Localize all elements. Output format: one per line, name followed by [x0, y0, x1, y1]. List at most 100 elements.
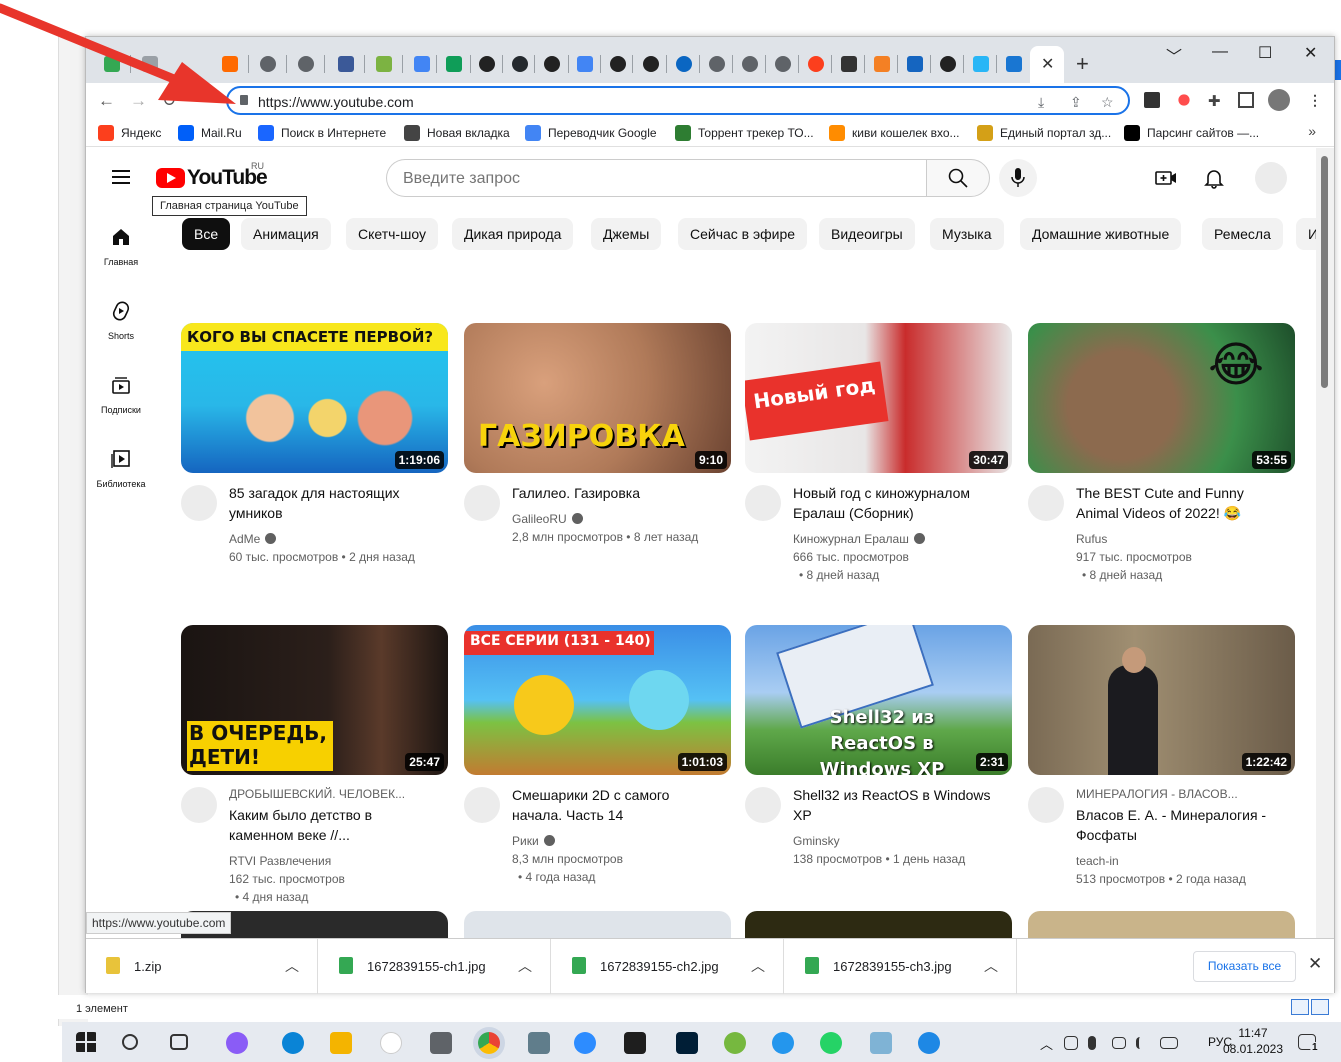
video-thumbnail[interactable]: ВСЕ СЕРИИ (131 - 140) 1:01:03 [464, 625, 731, 775]
video-title[interactable]: Shell32 из ReactOS в Windows XP [793, 785, 1003, 825]
voice-search-button[interactable] [999, 159, 1037, 197]
extension-icon[interactable] [1144, 92, 1160, 108]
tiles-view-icon[interactable] [1311, 999, 1329, 1015]
channel-avatar[interactable] [745, 485, 781, 521]
minimize-button[interactable]: — [1212, 43, 1228, 61]
chip-crafts[interactable]: Ремесла [1202, 218, 1283, 250]
search-input[interactable]: Введите запрос [386, 159, 927, 197]
openai-tab-icon[interactable] [940, 56, 956, 72]
video-thumbnail[interactable]: Shell32 из ReactOS в Windows XP 2:31 [745, 625, 1012, 775]
docker-icon[interactable] [772, 1032, 794, 1054]
globe-tab-icon[interactable] [298, 56, 314, 72]
yandex-browser-icon[interactable] [380, 1032, 402, 1054]
search-placeholder[interactable]: Введите запрос [403, 170, 520, 188]
channel-name-text[interactable]: Gminsky [793, 834, 840, 848]
task-view-icon[interactable] [170, 1034, 188, 1050]
hamburger-menu-icon[interactable] [112, 170, 130, 184]
tray-icon[interactable] [1064, 1036, 1078, 1050]
yandex-tab-icon[interactable] [808, 56, 824, 72]
chip-jams[interactable]: Джемы [591, 218, 662, 250]
chevron-up-icon[interactable]: ︿ [751, 956, 765, 976]
video-thumbnail[interactable]: КОГО ВЫ СПАСЕТЕ ПЕРВОЙ? 1:19:06 [181, 323, 448, 473]
chevron-up-icon[interactable]: ︿ [285, 956, 299, 976]
camera-icon[interactable] [430, 1032, 452, 1054]
channel-top-label[interactable]: МИНЕРАЛОГИЯ - ВЛАСОВ... [1076, 785, 1291, 803]
channel-avatar[interactable] [745, 787, 781, 823]
download-tab-icon[interactable] [376, 56, 392, 72]
scrollbar-thumb[interactable] [1321, 156, 1328, 388]
video-title[interactable]: Новый год с киножурналом Ералаш (Сборник… [793, 483, 1003, 523]
microphone-tray-icon[interactable] [1088, 1036, 1096, 1050]
download-filename[interactable]: 1672839155-ch2.jpg [600, 959, 719, 974]
channel-name[interactable]: teach-in [1076, 852, 1291, 870]
details-view-icon[interactable] [1291, 999, 1309, 1015]
more-bookmarks-icon[interactable]: » [1308, 123, 1316, 139]
channel-name[interactable]: Rufus [1076, 530, 1291, 548]
address-bar[interactable]: https://www.youtube.com ⤓ ⇪ ☆ [226, 86, 1130, 115]
chevron-up-icon[interactable]: ︿ [984, 956, 998, 976]
search-icon[interactable] [122, 1034, 138, 1050]
channel-name-text[interactable]: AdMe [229, 532, 260, 546]
sidebar-item-home[interactable]: Главная [86, 226, 156, 267]
alice-icon[interactable] [226, 1032, 248, 1054]
video-thumbnail[interactable]: 😂 53:55 [1028, 323, 1295, 473]
channel-avatar[interactable] [464, 787, 500, 823]
chip-all[interactable]: Все [182, 218, 231, 250]
chip-pets[interactable]: Домашние животные [1020, 218, 1182, 250]
photoshop-icon[interactable] [676, 1032, 698, 1054]
video-title[interactable]: Власов Е. А. - Минералогия - Фосфаты [1076, 805, 1286, 845]
app-icon[interactable] [870, 1032, 892, 1054]
volume-icon[interactable] [1136, 1037, 1150, 1049]
close-tab-icon[interactable]: ✕ [1041, 54, 1054, 74]
terminal-icon[interactable] [624, 1032, 646, 1054]
channel-name[interactable]: Киножурнал Ералаш [793, 530, 1008, 548]
channel-avatar[interactable] [1028, 485, 1064, 521]
view-mode-icons[interactable] [1291, 999, 1329, 1015]
tab-icon[interactable] [907, 56, 923, 72]
channel-top-label[interactable]: ДРОБЫШЕВСКИЙ. ЧЕЛОВЕК... [229, 785, 444, 803]
mail-tab-icon[interactable] [1006, 56, 1022, 72]
youtube-logo[interactable]: YouTube RU [156, 161, 268, 190]
show-all-downloads-button[interactable]: Показать все [1193, 951, 1296, 982]
video-title[interactable]: 85 загадок для настоящих умников [229, 483, 439, 523]
close-download-shelf-icon[interactable]: ✕ [1308, 954, 1322, 974]
bookmark-parsing[interactable]: Парсинг сайтов —... [1124, 124, 1259, 142]
search-button[interactable] [926, 159, 990, 197]
chrome-taskbar-icon[interactable] [478, 1032, 500, 1054]
sidebar-item-shorts[interactable]: Shorts [86, 300, 156, 341]
video-thumbnail[interactable]: 1:22:42 [1028, 625, 1295, 775]
video-thumbnail[interactable]: ГАЗИРОВКА 9:10 [464, 323, 731, 473]
utorrent-icon[interactable] [724, 1032, 746, 1054]
chip-sketch-show[interactable]: Скетч-шоу [346, 218, 438, 250]
channel-avatar[interactable] [464, 485, 500, 521]
account-avatar[interactable] [1255, 162, 1287, 194]
video-title[interactable]: Галилео. Газировка [512, 483, 722, 503]
channel-name[interactable]: Рики [512, 832, 727, 850]
channel-avatar[interactable] [1028, 787, 1064, 823]
tab-search-icon[interactable]: ﹀ [1166, 43, 1182, 67]
chip-live[interactable]: Сейчас в эфире [678, 218, 808, 250]
video-thumbnail[interactable] [1028, 911, 1295, 938]
github-tab-icon[interactable] [512, 56, 528, 72]
whatsapp-icon[interactable] [820, 1032, 842, 1054]
chip-video-games[interactable]: Видеоигры [819, 218, 915, 250]
video-title[interactable]: Смешарики 2D с самого начала. Часть 14 [512, 785, 722, 825]
video-title[interactable]: The BEST Cute and Funny Animal Videos of… [1076, 483, 1286, 523]
chip-music[interactable]: Музыка [930, 218, 1004, 250]
stackoverflow-tab-icon[interactable] [874, 56, 890, 72]
download-filename[interactable]: 1672839155-ch1.jpg [367, 959, 486, 974]
docs-tab-icon[interactable] [414, 56, 430, 72]
openai-tab-icon[interactable] [610, 56, 626, 72]
download-filename[interactable]: 1.zip [134, 959, 161, 974]
globe-tab-icon[interactable] [742, 56, 758, 72]
bookmark-google-translate[interactable]: Переводчик Google [525, 124, 657, 142]
new-tab-button[interactable]: + [1076, 51, 1089, 77]
bookmark-new-tab[interactable]: Новая вкладка [404, 124, 510, 142]
translate-tab-icon[interactable] [577, 56, 593, 72]
video-title[interactable]: Каким было детство в каменном веке //... [229, 805, 439, 845]
download-item[interactable]: 1672839155-ch3.jpg ︿ [785, 939, 1017, 994]
sheets-tab-icon[interactable] [446, 56, 462, 72]
channel-name[interactable]: RTVI Развлечения [229, 852, 444, 870]
channel-name[interactable]: AdMe [229, 530, 444, 548]
chip-animation[interactable]: Анимация [241, 218, 331, 250]
